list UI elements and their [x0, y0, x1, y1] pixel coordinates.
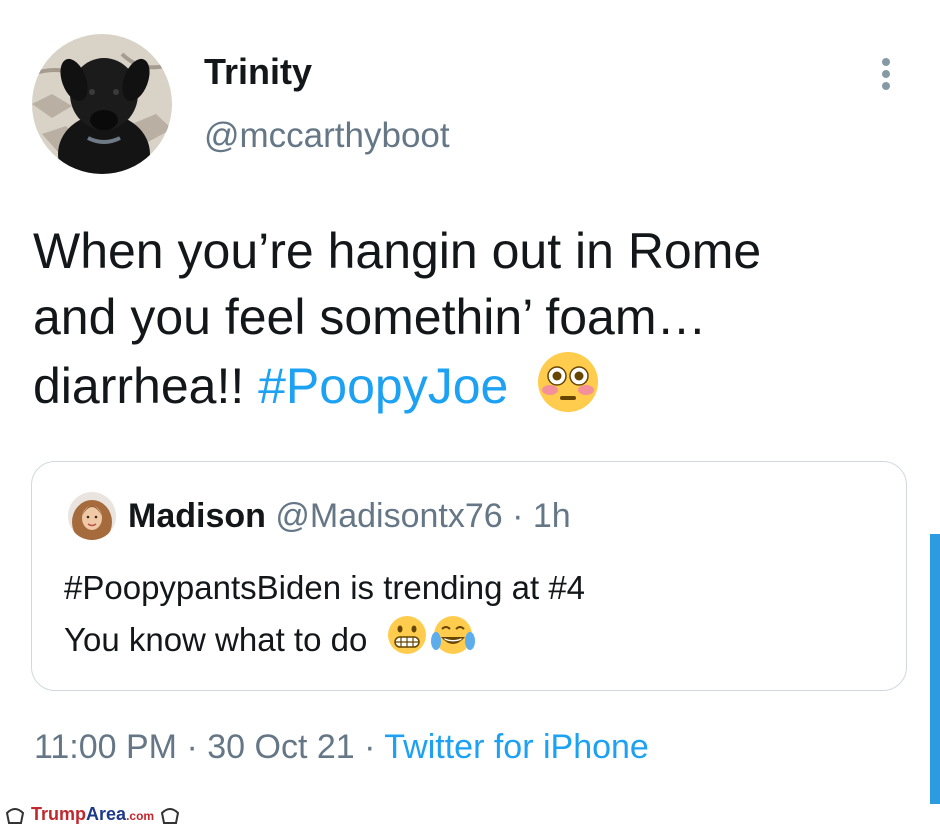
flushed-face-icon	[536, 350, 600, 430]
tweet-text-line: and you feel somethin’ foam…	[33, 289, 707, 345]
tweet-footer: 11:00 PM · 30 Oct 21 · Twitter for iPhon…	[34, 726, 649, 768]
quoted-tweet-card[interactable]: Madison @Madisontx76 · 1h #PoopypantsBid…	[31, 461, 907, 691]
more-options-icon[interactable]	[870, 56, 902, 92]
author-handle[interactable]: @mccarthyboot	[204, 116, 450, 156]
hashtag-link[interactable]: #PoopyJoe	[258, 358, 508, 414]
tweet-date[interactable]: 30 Oct 21	[207, 728, 354, 766]
author-name[interactable]: Trinity	[204, 52, 312, 92]
watermark-text-part: .com	[126, 809, 155, 823]
footer-separator: ·	[177, 728, 208, 766]
watermark: TrumpArea.com	[4, 802, 181, 828]
quoted-author-handle[interactable]: @Madisontx76	[275, 497, 502, 535]
tears-of-joy-icon	[430, 615, 475, 670]
tweet-text: When you’re hangin out in Rome and you f…	[33, 218, 923, 430]
grimacing-face-icon	[387, 615, 427, 670]
tweet-text-plain: diarrhea!!	[33, 358, 259, 415]
quoted-text-line: #PoopypantsBiden is trending at #4	[64, 569, 586, 606]
quoted-author-avatar[interactable]	[68, 492, 116, 540]
watermark-text-part: Trump	[31, 804, 87, 824]
quoted-text-plain: You know what to do	[64, 621, 377, 658]
footer-separator: ·	[354, 728, 385, 766]
quoted-tweet-text: #PoopypantsBiden is trending at #4 You k…	[64, 562, 585, 670]
tweet-text-line: When you’re hangin out in Rome	[33, 223, 762, 279]
watermark-logo-icon	[161, 808, 180, 825]
watermark-logo-icon	[5, 808, 25, 825]
watermark-text-part: Area	[86, 804, 127, 824]
quoted-text-line: You know what to do	[64, 614, 585, 670]
quoted-tweet-header: Madison @Madisontx76 · 1h	[128, 496, 571, 536]
scrollbar[interactable]	[930, 534, 940, 804]
tweet-source-link[interactable]: Twitter for iPhone	[384, 728, 649, 766]
tweet-time[interactable]: 11:00 PM	[34, 728, 177, 766]
tweet-text-line: diarrhea!! #PoopyJoe	[33, 350, 923, 430]
meta-separator: ·	[502, 497, 533, 535]
quoted-author-name[interactable]: Madison	[128, 497, 266, 535]
quoted-tweet-age[interactable]: 1h	[533, 497, 571, 535]
author-avatar[interactable]	[32, 34, 172, 174]
